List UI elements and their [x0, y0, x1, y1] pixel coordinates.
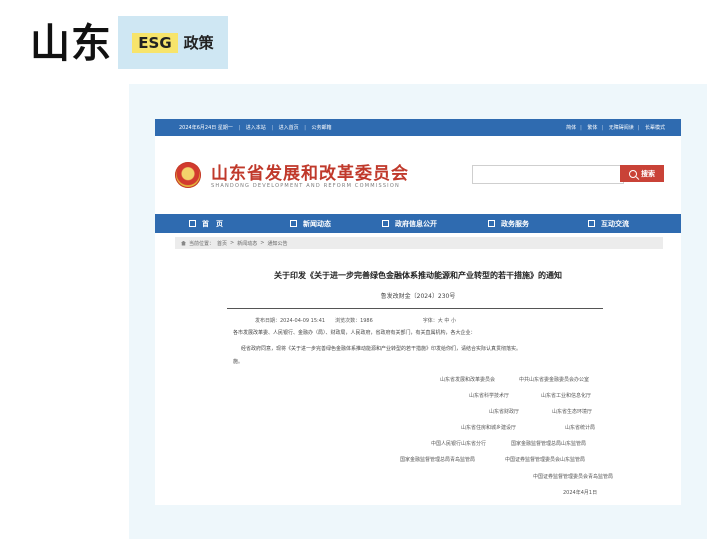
- esg-badge: ESG: [132, 32, 178, 53]
- home-icon: [181, 240, 186, 246]
- category-label: 政策: [183, 34, 214, 52]
- site-name-en: SHANDONG DEVELOPMENT AND REFORM COMMISSI…: [211, 183, 400, 189]
- signature-line: 中共山东省委金融委员会办公室: [519, 377, 590, 383]
- article-body-tail: 施。: [233, 359, 244, 365]
- nav-label: 首 页: [202, 219, 223, 228]
- signature-line: 国家金融监督管理总局青岛监管局: [400, 457, 476, 463]
- view-count: 浏览次数：1986: [335, 318, 373, 324]
- breadcrumb-link[interactable]: 首页: [217, 240, 227, 247]
- topbar-link[interactable]: 简体: [566, 125, 576, 131]
- signature-line: 中国人民银行山东省分行: [431, 441, 487, 447]
- home-icon: [189, 220, 196, 227]
- signature-line: 山东省科学技术厅: [469, 393, 510, 399]
- signature-line: 山东省财政厅: [489, 409, 520, 415]
- font-size-switch[interactable]: 字体：大 中 小: [423, 317, 456, 324]
- national-emblem-logo: [175, 162, 201, 188]
- webpage-screenshot: 2024年6月24日 星期一 | 进入本站 | 进入首页 | 公务邮箱 简体 | …: [155, 119, 681, 505]
- signature-line: 国家金融监督管理总局山东监管局: [511, 441, 587, 447]
- nav-label: 政务服务: [501, 219, 529, 228]
- search-button-label: 搜索: [641, 169, 655, 178]
- site-name[interactable]: 山东省发展和改革委员会: [211, 159, 409, 184]
- news-icon: [290, 220, 297, 227]
- document-number: 鲁发改财金〔2024〕230号: [380, 293, 456, 300]
- topbar-link[interactable]: 进入首页: [279, 125, 299, 131]
- nav-item-interaction[interactable]: 互动交流: [588, 219, 629, 229]
- topbar-link[interactable]: 长辈模式: [645, 125, 665, 131]
- search-icon: [629, 169, 637, 178]
- signature-line: 中国证券监督管理委员会山东监管局: [505, 457, 586, 463]
- breadcrumb-link[interactable]: 新闻动态: [237, 240, 257, 247]
- breadcrumb-prefix: 当前位置：: [189, 240, 215, 247]
- article-salutation: 各市发展改革委、人民银行、金融办（局）、财政局，人民政府，省政府有关部门，有关直…: [233, 330, 476, 336]
- article-body: 经省政府同意，现将《关于进一步完善绿色金融体系推动能源和产业转型的若干措施》印发…: [241, 346, 522, 352]
- breadcrumb: 当前位置： 首页 > 新闻动态 > 通知公告: [175, 237, 663, 249]
- topbar-right: 简体 | 繁体 | 无障碍阅读 | 长辈模式: [566, 125, 665, 131]
- breadcrumb-link[interactable]: 通知公告: [267, 240, 287, 247]
- topbar-date: 2024年6月24日 星期一: [179, 125, 233, 131]
- search-button[interactable]: 搜索: [620, 165, 664, 182]
- signature-line: 山东省工业和信息化厅: [541, 393, 592, 399]
- signature-line: 山东省住房和城乡建设厅: [461, 425, 517, 431]
- nav-label: 政府信息公开: [395, 219, 437, 228]
- signature-date: 2024年4月1日: [563, 490, 598, 496]
- title-divider: [227, 308, 603, 309]
- topbar-link[interactable]: 繁体: [587, 125, 597, 131]
- signature-line: 中国证券监督管理委员会青岛监管局: [533, 474, 614, 480]
- document-icon: [382, 220, 389, 227]
- signature-line: 山东省统计局: [565, 425, 596, 431]
- nav-item-disclosure[interactable]: 政府信息公开: [382, 219, 437, 229]
- nav-label: 互动交流: [601, 219, 629, 228]
- category-tag: ESG 政策: [118, 16, 228, 69]
- signature-line: 山东省发展和改革委员会: [440, 377, 496, 383]
- nav-item-services[interactable]: 政务服务: [488, 219, 529, 229]
- topbar-link[interactable]: 无障碍阅读: [609, 125, 634, 131]
- site-topbar: 2024年6月24日 星期一 | 进入本站 | 进入首页 | 公务邮箱 简体 | …: [155, 119, 681, 136]
- topbar-left: 2024年6月24日 星期一 | 进入本站 | 进入首页 | 公务邮箱: [179, 125, 332, 131]
- signature-line: 山东省生态环境厅: [552, 409, 593, 415]
- publish-time: 发布日期：2024-04-09 15:41: [255, 318, 326, 324]
- topbar-link[interactable]: 进入本站: [246, 125, 266, 131]
- search-input[interactable]: [472, 165, 624, 184]
- main-nav: 首 页 新闻动态 政府信息公开 政务服务 互动交流: [155, 214, 681, 233]
- chat-icon: [588, 220, 595, 227]
- article-meta: 发布日期：2024-04-09 15:41 浏览次数：1986 字体：大 中 小: [255, 317, 456, 324]
- nav-label: 新闻动态: [303, 219, 331, 228]
- article-title: 关于印发《关于进一步完善绿色金融体系推动能源和产业转型的若干措施》的通知: [274, 271, 562, 280]
- nav-item-home[interactable]: 首 页: [189, 219, 223, 229]
- nav-item-news[interactable]: 新闻动态: [290, 219, 331, 229]
- region-title: 山东: [30, 21, 112, 67]
- service-icon: [488, 220, 495, 227]
- topbar-link[interactable]: 公务邮箱: [312, 125, 332, 131]
